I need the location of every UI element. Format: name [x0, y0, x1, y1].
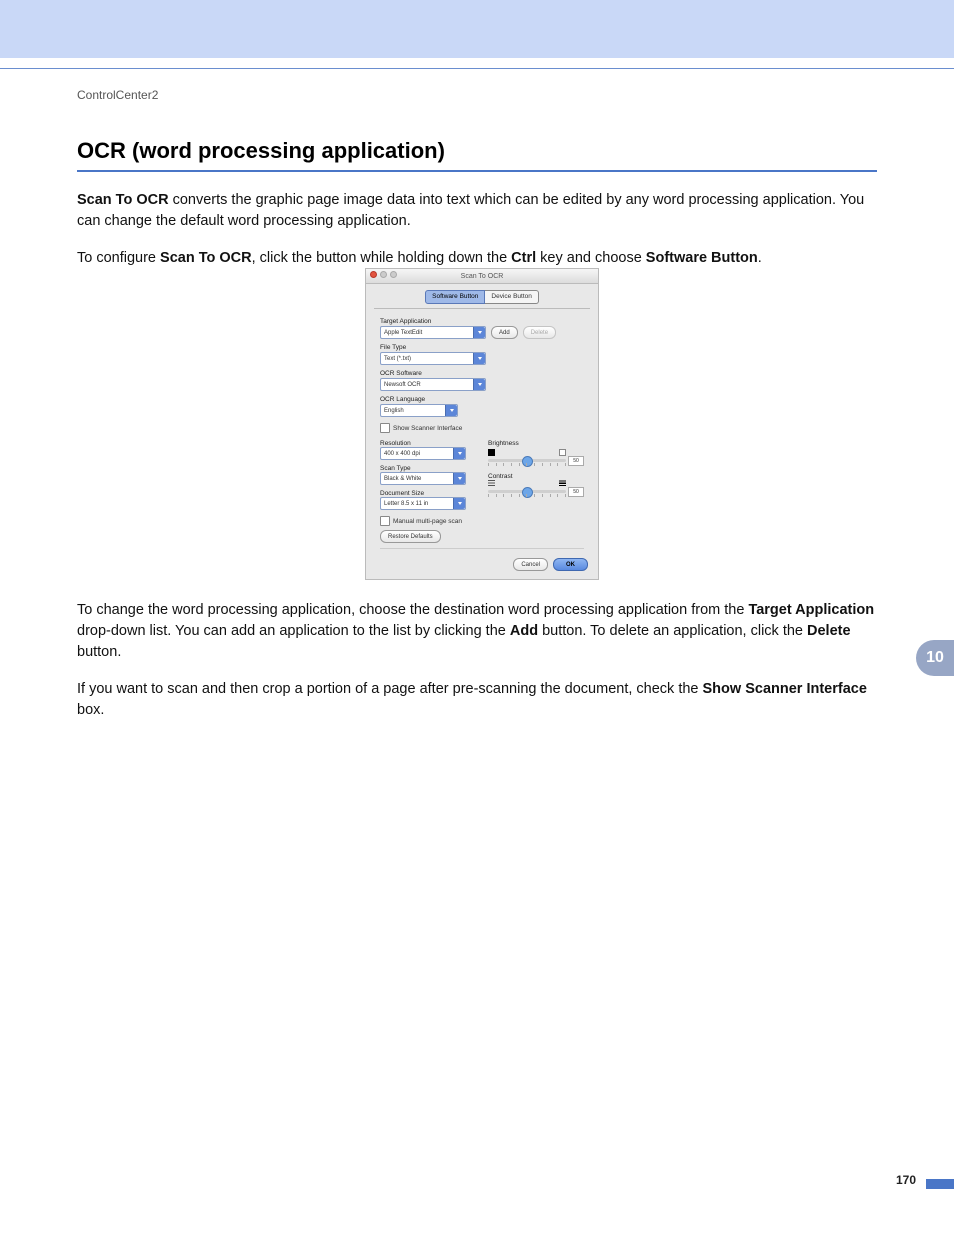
select-document-size-value: Letter 8.5 x 11 in [384, 501, 428, 507]
label-contrast: Contrast [488, 473, 584, 480]
p2-c: , click the button while holding down th… [252, 250, 512, 266]
paragraph-configure: To configure Scan To OCR, click the butt… [77, 248, 877, 269]
dialog-titlebar: Scan To OCR [366, 269, 598, 284]
p1-text: converts the graphic page image data int… [77, 192, 864, 229]
chevron-down-icon [453, 473, 465, 484]
p4-a: If you want to scan and then crop a port… [77, 681, 703, 697]
select-ocr-language[interactable]: English [380, 404, 458, 417]
tab-device-button[interactable]: Device Button [485, 290, 538, 304]
select-target-application[interactable]: Apple TextEdit [380, 326, 486, 339]
contrast-low-icon [488, 480, 495, 486]
p2-e: key and choose [536, 250, 646, 266]
footer-accent [926, 1179, 954, 1189]
dialog-title: Scan To OCR [461, 273, 504, 280]
tab-software-button[interactable]: Software Button [425, 290, 485, 304]
chapter-tab: 10 [916, 640, 954, 676]
paragraph-intro: Scan To OCR converts the graphic page im… [77, 190, 877, 232]
bold-delete: Delete [807, 623, 851, 639]
select-scan-type-value: Black & White [384, 476, 421, 482]
top-rule [0, 68, 954, 69]
chevron-down-icon [473, 353, 485, 364]
checkbox-box [380, 423, 390, 433]
label-brightness: Brightness [488, 440, 584, 447]
bold-show-scanner-interface: Show Scanner Interface [703, 681, 867, 697]
label-target-application: Target Application [380, 318, 584, 325]
label-document-size: Document Size [380, 490, 476, 497]
select-ocr-language-value: English [384, 408, 404, 414]
p4-c: box. [77, 702, 104, 718]
select-scan-type[interactable]: Black & White [380, 472, 466, 485]
slider-ticks [488, 463, 566, 467]
label-ocr-language: OCR Language [380, 396, 584, 403]
p3-e: button. To delete an application, click … [538, 623, 807, 639]
label-file-type: File Type [380, 344, 584, 351]
select-ocr-software-value: Newsoft OCR [384, 382, 421, 388]
slider-contrast[interactable]: 50 [488, 488, 584, 502]
brightness-dark-icon [488, 449, 495, 456]
top-decorative-band [0, 0, 954, 58]
add-button[interactable]: Add [491, 326, 518, 339]
restore-defaults-button[interactable]: Restore Defaults [380, 530, 441, 543]
p2-a: To configure [77, 250, 160, 266]
select-file-type-value: Text (*.txt) [384, 356, 411, 362]
dialog-tabs: Software Button Device Button [366, 290, 598, 304]
label-resolution: Resolution [380, 440, 476, 447]
minimize-dot-icon [380, 271, 387, 278]
scan-to-ocr-dialog: Scan To OCR Software Button Device Butto… [365, 268, 599, 580]
bold-scan-to-ocr: Scan To OCR [77, 192, 169, 208]
checkbox-manual-multipage[interactable]: Manual multi-page scan [380, 516, 476, 526]
ok-button[interactable]: OK [553, 558, 588, 571]
checkbox-manual-multipage-label: Manual multi-page scan [393, 518, 462, 525]
checkbox-show-scanner-interface[interactable]: Show Scanner Interface [380, 423, 584, 433]
chevron-down-icon [473, 379, 485, 390]
p2-g: . [758, 250, 762, 266]
brightness-value: 50 [568, 456, 584, 466]
paragraph-change-app: To change the word processing applicatio… [77, 600, 877, 663]
label-ocr-software: OCR Software [380, 370, 584, 377]
contrast-high-icon [559, 480, 566, 486]
p3-c: drop-down list. You can add an applicati… [77, 623, 510, 639]
chevron-down-icon [445, 405, 457, 416]
cancel-button[interactable]: Cancel [513, 558, 548, 571]
title-rule [77, 170, 877, 172]
p3-g: button. [77, 644, 121, 660]
checkbox-box [380, 516, 390, 526]
select-resolution[interactable]: 400 x 400 dpi [380, 447, 466, 460]
slider-brightness[interactable]: 50 [488, 449, 584, 467]
paragraph-show-scanner: If you want to scan and then crop a port… [77, 679, 877, 721]
select-resolution-value: 400 x 400 dpi [384, 451, 420, 457]
delete-button[interactable]: Delete [523, 326, 556, 339]
page-number: 170 [896, 1173, 916, 1187]
select-file-type[interactable]: Text (*.txt) [380, 352, 486, 365]
select-ocr-software[interactable]: Newsoft OCR [380, 378, 486, 391]
bold-scan-to-ocr-2: Scan To OCR [160, 250, 252, 266]
dialog-footer-rule [380, 548, 584, 549]
checkbox-show-scanner-interface-label: Show Scanner Interface [393, 425, 462, 432]
bold-ctrl: Ctrl [511, 250, 536, 266]
zoom-dot-icon [390, 271, 397, 278]
bold-target-application: Target Application [748, 602, 874, 618]
label-scan-type: Scan Type [380, 465, 476, 472]
chevron-down-icon [473, 327, 485, 338]
brightness-light-icon [559, 449, 566, 456]
p3-a: To change the word processing applicatio… [77, 602, 748, 618]
breadcrumb: ControlCenter2 [77, 88, 158, 102]
chevron-down-icon [453, 448, 465, 459]
chevron-down-icon [453, 498, 465, 509]
slider-ticks [488, 494, 566, 498]
close-dot-icon[interactable] [370, 271, 377, 278]
select-document-size[interactable]: Letter 8.5 x 11 in [380, 497, 466, 510]
contrast-value: 50 [568, 487, 584, 497]
bold-add: Add [510, 623, 538, 639]
bold-software-button: Software Button [646, 250, 758, 266]
select-target-application-value: Apple TextEdit [384, 330, 422, 336]
window-controls [370, 271, 397, 278]
section-title: OCR (word processing application) [77, 138, 877, 164]
